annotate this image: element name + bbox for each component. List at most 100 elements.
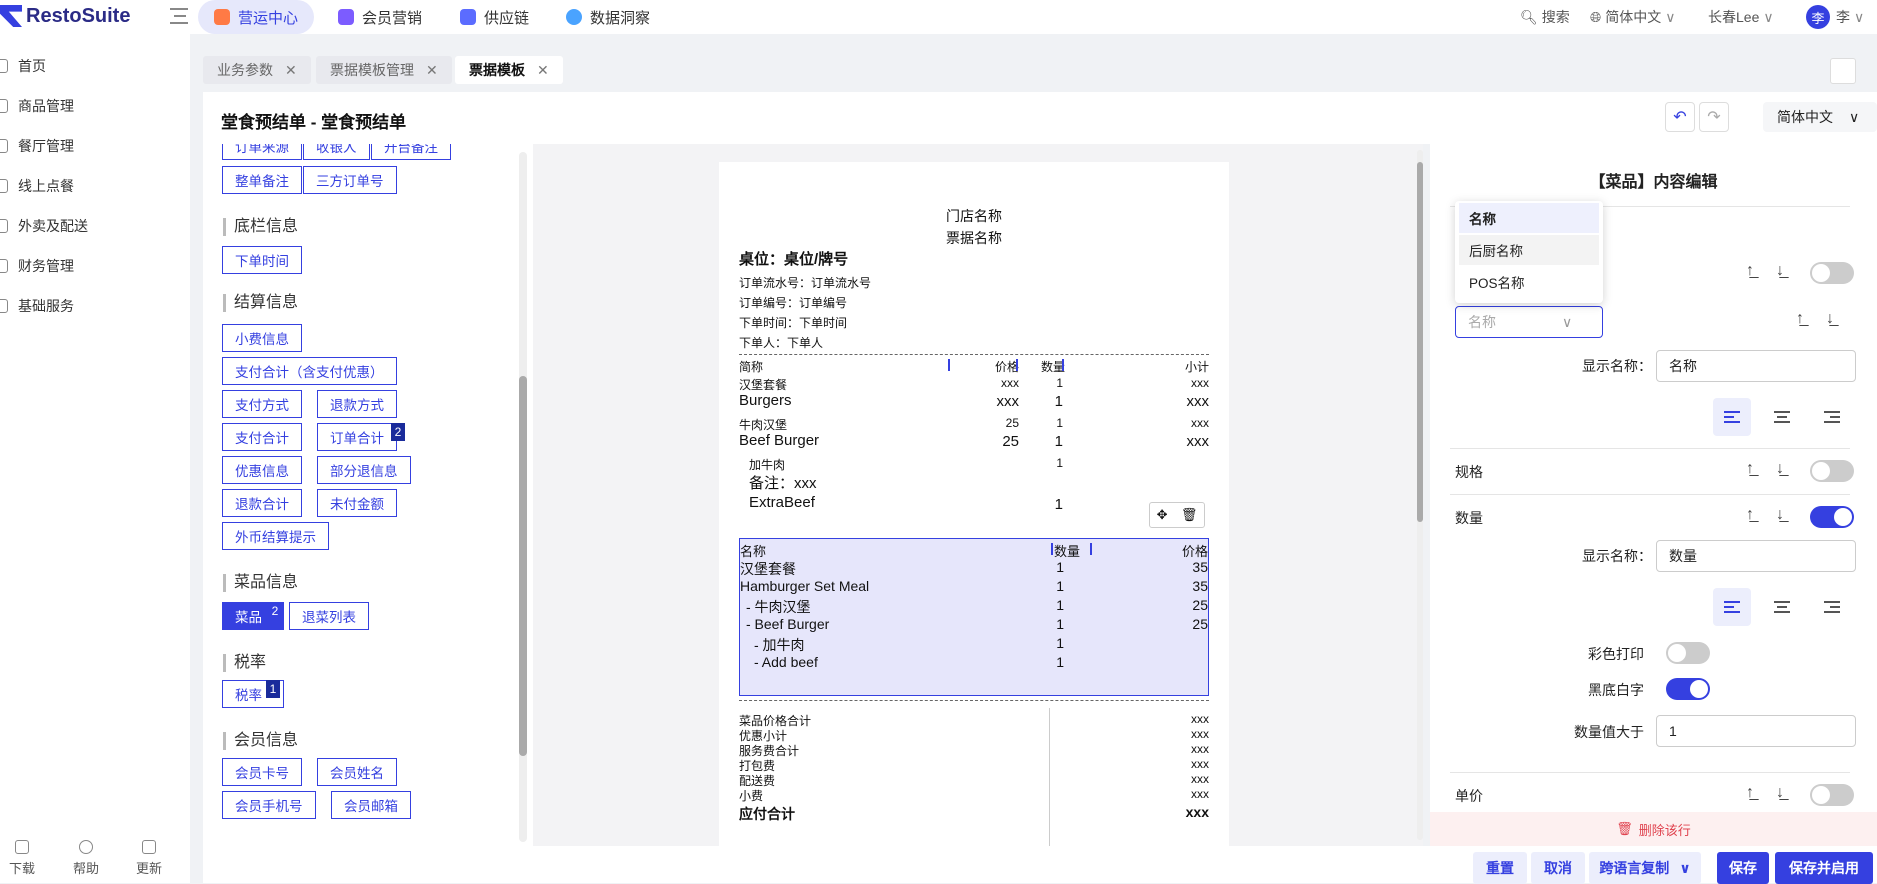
field-member-name[interactable]: 会员姓名: [317, 758, 397, 786]
align-left-button[interactable]: [1713, 588, 1751, 626]
store-name[interactable]: 门店名称: [719, 206, 1229, 226]
field-tip[interactable]: 小费信息: [222, 324, 302, 352]
canvas-scrollbar-thumb[interactable]: [1417, 162, 1423, 522]
trash-icon[interactable]: 🗑︎: [1181, 507, 1198, 523]
field-partial-refund[interactable]: 部分退信息: [317, 456, 411, 484]
field-member-email[interactable]: 会员邮箱: [331, 791, 411, 819]
print-icon[interactable]: [1830, 58, 1856, 84]
receipt-name[interactable]: 票据名称: [719, 228, 1229, 248]
qty-display-input[interactable]: 数量: [1656, 540, 1856, 572]
sort-up-icon[interactable]: ↑̲: [1746, 784, 1754, 802]
field-unpaid-amount[interactable]: 未付金额: [317, 489, 397, 517]
template-language-select[interactable]: 简体中文 ∨: [1763, 102, 1877, 132]
column-resize-handle[interactable]: [1016, 359, 1018, 371]
sort-down-icon[interactable]: ↓̲: [1776, 784, 1784, 802]
undo-button[interactable]: ↶: [1665, 102, 1695, 132]
tab-business-params[interactable]: 业务参数 ✕: [203, 56, 311, 84]
sidebar-item-finance[interactable]: 财务管理: [0, 254, 74, 278]
name-display-input[interactable]: 名称: [1656, 350, 1856, 382]
field-member-phone[interactable]: 会员手机号: [222, 791, 316, 819]
color-print-toggle[interactable]: [1666, 642, 1710, 664]
sidebar-item-services[interactable]: 基础服务: [0, 294, 74, 318]
table-number[interactable]: 桌位：桌位/牌号: [739, 248, 848, 269]
sort-down-icon[interactable]: ↓̲: [1826, 310, 1834, 328]
close-icon[interactable]: ✕: [426, 62, 438, 79]
dropdown-option[interactable]: 后厨名称: [1459, 235, 1599, 265]
field-third-party-order[interactable]: 三方订单号: [303, 166, 397, 194]
user-menu[interactable]: 李 李 ∨: [1806, 0, 1864, 34]
save-button[interactable]: 保存: [1717, 852, 1769, 884]
topnav-operations[interactable]: 营运中心: [198, 0, 315, 34]
qty-greater-input[interactable]: 1: [1656, 715, 1856, 747]
align-center-button[interactable]: [1763, 398, 1801, 436]
delete-row-button[interactable]: 🗑︎ 删除该行: [1430, 812, 1877, 846]
first-row-toggle[interactable]: [1810, 262, 1854, 284]
sidebar-item-restaurant[interactable]: 餐厅管理: [0, 134, 74, 158]
topnav-supply-chain[interactable]: 供应链: [460, 0, 529, 34]
help-button[interactable]: 帮助: [66, 840, 106, 877]
sort-up-icon[interactable]: ↑̲: [1746, 262, 1754, 280]
column-resize-handle[interactable]: [1090, 543, 1092, 555]
field-order-source[interactable]: 订单来源: [222, 144, 302, 160]
field-return-dish-list[interactable]: 退菜列表: [289, 602, 369, 630]
sidebar-item-home[interactable]: 首页: [0, 54, 46, 78]
field-payment-total-discount[interactable]: 支付合计（含支付优惠）: [222, 357, 397, 385]
field-refund-total[interactable]: 退款合计: [222, 489, 302, 517]
dropdown-option[interactable]: 名称: [1459, 203, 1599, 233]
sort-up-icon[interactable]: ↑̲: [1746, 460, 1754, 478]
language-select[interactable]: 🌐︎ 简体中文 ∨: [1590, 0, 1675, 34]
align-right-button[interactable]: [1813, 588, 1851, 626]
field-foreign-currency-hint[interactable]: 外币结算提示: [222, 522, 329, 550]
redo-button[interactable]: ↷: [1699, 102, 1729, 132]
column-resize-handle[interactable]: [948, 359, 950, 371]
tab-receipt-template[interactable]: 票据模板 ✕: [455, 56, 563, 84]
field-payment-method[interactable]: 支付方式: [222, 390, 302, 418]
qty-toggle[interactable]: [1810, 506, 1854, 528]
topnav-member[interactable]: 会员营销: [338, 0, 422, 34]
topnav-data[interactable]: 数据洞察: [566, 0, 650, 34]
column-resize-handle[interactable]: [1062, 359, 1064, 371]
store-select[interactable]: 长春Lee ∨: [1708, 0, 1774, 34]
order-serial[interactable]: 订单流水号：订单流水号: [739, 274, 871, 291]
save-enable-button[interactable]: 保存并启用: [1775, 852, 1873, 884]
field-member-card[interactable]: 会员卡号: [222, 758, 302, 786]
sidebar-item-products[interactable]: 商品管理: [0, 94, 74, 118]
align-center-button[interactable]: [1763, 588, 1801, 626]
dropdown-option[interactable]: POS名称: [1459, 267, 1599, 297]
field-order-total[interactable]: 订单合计: [317, 423, 397, 451]
field-cashier[interactable]: 收银人: [303, 144, 370, 160]
download-button[interactable]: 下载: [2, 840, 42, 877]
sort-down-icon[interactable]: ↓̲: [1776, 460, 1784, 478]
cancel-button[interactable]: 取消: [1531, 852, 1585, 884]
move-icon[interactable]: ✥: [1157, 507, 1168, 523]
field-order-note[interactable]: 整单备注: [222, 166, 302, 194]
search-button[interactable]: 🔍︎ 搜索: [1520, 0, 1570, 34]
selected-dish-block[interactable]: 名称 数量 价格 汉堡套餐 1 35 Hamburger Set Meal 1 …: [739, 538, 1209, 696]
unit-price-toggle[interactable]: [1810, 784, 1854, 806]
order-number[interactable]: 订单编号：订单编号: [739, 294, 847, 311]
field-payment-total[interactable]: 支付合计: [222, 423, 302, 451]
sort-down-icon[interactable]: ↓̲: [1776, 262, 1784, 280]
sort-down-icon[interactable]: ↓̲: [1776, 506, 1784, 524]
copy-language-button[interactable]: 跨语言复制 ∨: [1589, 852, 1701, 884]
order-user[interactable]: 下单人：下单人: [739, 334, 823, 351]
sort-up-icon[interactable]: ↑̲: [1746, 506, 1754, 524]
sidebar-item-online-order[interactable]: 线上点餐: [0, 174, 74, 198]
align-left-button[interactable]: [1713, 398, 1751, 436]
align-right-button[interactable]: [1813, 398, 1851, 436]
sort-up-icon[interactable]: ↑̲: [1796, 310, 1804, 328]
app-logo[interactable]: RestoSuite: [0, 4, 130, 28]
close-icon[interactable]: ✕: [285, 62, 297, 79]
field-order-time[interactable]: 下单时间: [222, 246, 302, 274]
order-time[interactable]: 下单时间：下单时间: [739, 314, 847, 331]
close-icon[interactable]: ✕: [537, 62, 549, 79]
reset-button[interactable]: 重置: [1473, 852, 1527, 884]
left-scrollbar-thumb[interactable]: [519, 376, 527, 756]
update-button[interactable]: 更新: [129, 840, 169, 877]
field-refund-method[interactable]: 退款方式: [317, 390, 397, 418]
spec-toggle[interactable]: [1810, 460, 1854, 482]
field-open-note[interactable]: 开台备注: [371, 144, 451, 160]
inverse-toggle[interactable]: [1666, 678, 1710, 700]
menu-collapse-icon[interactable]: [170, 8, 188, 24]
field-discount-info[interactable]: 优惠信息: [222, 456, 302, 484]
